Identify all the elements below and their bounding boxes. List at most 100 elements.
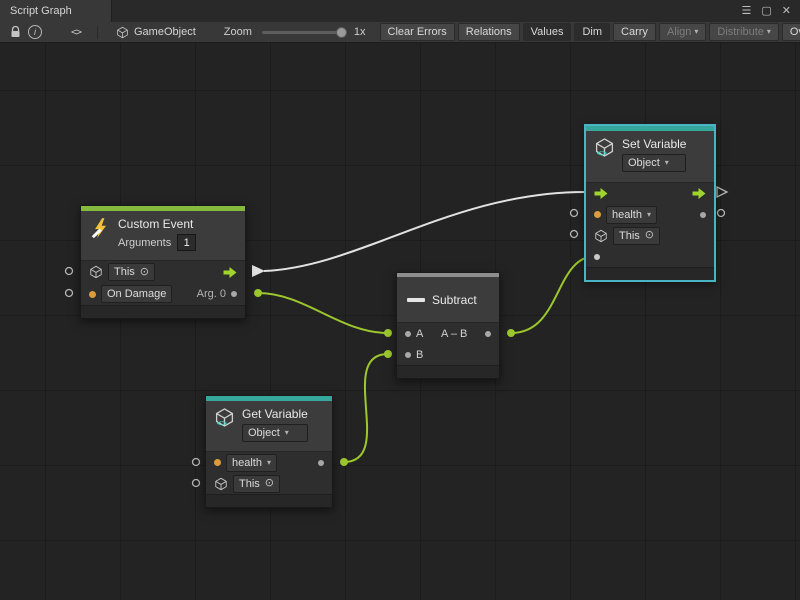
scope-dropdown[interactable]: Object ▾ bbox=[622, 154, 686, 172]
port-subtract-result-out[interactable] bbox=[507, 329, 515, 337]
get-variable-name-row: health ▾ bbox=[206, 452, 332, 473]
align-dropdown[interactable]: Align ▾ bbox=[659, 23, 706, 41]
gameobject-cube-icon bbox=[594, 229, 608, 243]
maximize-icon[interactable]: ▢ bbox=[761, 6, 771, 17]
port-setvariable-flow-out[interactable] bbox=[717, 187, 727, 197]
set-variable-flow-row bbox=[586, 183, 714, 204]
gameobject-reference[interactable]: GameObject bbox=[116, 26, 196, 39]
value-out-port[interactable] bbox=[700, 212, 706, 218]
relations-label: Relations bbox=[466, 26, 512, 38]
variable-name-port[interactable] bbox=[594, 211, 601, 218]
variable-name-value: health bbox=[612, 209, 642, 221]
port-customevent-arg0-out[interactable] bbox=[254, 289, 262, 297]
wire-subtract-setvariable-value[interactable] bbox=[511, 256, 596, 333]
port-getvariable-value-out[interactable] bbox=[340, 458, 348, 466]
target-dropdown[interactable]: This ⊙ bbox=[613, 227, 660, 245]
custom-event-body: This ⊙ On Damage Arg. 0 bbox=[81, 261, 245, 305]
chevron-down-icon: ▾ bbox=[767, 28, 771, 36]
port-setvariable-target-in[interactable] bbox=[571, 231, 578, 238]
lock-button[interactable] bbox=[5, 24, 25, 41]
node-subtract[interactable]: Subtract A A – B B bbox=[396, 272, 500, 379]
window-controls: ☰ ▢ ✕ bbox=[742, 0, 800, 22]
port-subtract-a-in[interactable] bbox=[384, 329, 392, 337]
zoom-value: 1x bbox=[354, 26, 366, 38]
tab-script-graph[interactable]: Script Graph bbox=[0, 0, 112, 22]
edit-graph-button[interactable]: <> bbox=[63, 24, 89, 41]
custom-event-target-row: This ⊙ bbox=[81, 261, 245, 283]
info-icon: i bbox=[28, 25, 42, 39]
graph-canvas[interactable]: Custom Event Arguments 1 This ⊙ bbox=[0, 43, 800, 600]
subtract-icon bbox=[407, 298, 425, 302]
carry-toggle[interactable]: Carry bbox=[613, 23, 656, 41]
input-a-port[interactable] bbox=[405, 331, 411, 337]
info-button[interactable]: i bbox=[25, 24, 45, 41]
overview-button[interactable]: Overview bbox=[782, 23, 800, 41]
distribute-label: Distribute bbox=[717, 26, 763, 38]
port-subtract-b-in[interactable] bbox=[384, 350, 392, 358]
clear-errors-label: Clear Errors bbox=[388, 26, 447, 38]
scope-dropdown[interactable]: Object ▾ bbox=[242, 424, 308, 442]
values-label: Values bbox=[531, 26, 564, 38]
zoom-slider-handle[interactable] bbox=[336, 27, 347, 38]
value-in-port[interactable] bbox=[594, 254, 600, 260]
port-setvariable-value-out[interactable] bbox=[718, 210, 725, 217]
port-customevent-target-in[interactable] bbox=[66, 268, 73, 275]
dim-label: Dim bbox=[582, 26, 602, 38]
variable-name-dropdown[interactable]: health ▾ bbox=[226, 454, 277, 472]
values-toggle[interactable]: Values bbox=[523, 23, 572, 41]
wire-flow-customevent-setvariable[interactable] bbox=[264, 192, 585, 271]
target-value: This bbox=[239, 478, 260, 490]
dim-toggle[interactable]: Dim bbox=[574, 23, 610, 41]
node-custom-event[interactable]: Custom Event Arguments 1 This ⊙ bbox=[80, 205, 246, 319]
flow-out-port[interactable] bbox=[692, 188, 706, 199]
input-b-port[interactable] bbox=[405, 352, 411, 358]
object-picker-icon: ⊙ bbox=[645, 230, 654, 241]
cube-icon bbox=[116, 26, 129, 39]
target-value: This bbox=[114, 266, 135, 278]
port-setvariable-name-in[interactable] bbox=[571, 210, 578, 217]
distribute-dropdown[interactable]: Distribute ▾ bbox=[709, 23, 778, 41]
input-a-label: A bbox=[416, 328, 423, 340]
node-title: Set Variable bbox=[622, 137, 686, 151]
scope-value: Object bbox=[628, 157, 660, 169]
clear-errors-button[interactable]: Clear Errors bbox=[380, 23, 455, 41]
port-customevent-name-in[interactable] bbox=[66, 290, 73, 297]
chevron-down-icon: ▾ bbox=[694, 28, 698, 36]
variable-icon: <> bbox=[214, 407, 235, 428]
event-name-field[interactable]: On Damage bbox=[101, 285, 172, 303]
port-getvariable-name-in[interactable] bbox=[193, 459, 200, 466]
chevron-down-icon: ▾ bbox=[647, 211, 651, 219]
result-port[interactable] bbox=[485, 331, 491, 337]
variable-name-port[interactable] bbox=[214, 459, 221, 466]
variable-name-dropdown[interactable]: health ▾ bbox=[606, 206, 657, 224]
flow-out-port[interactable] bbox=[223, 267, 237, 278]
node-set-variable[interactable]: <> Set Variable Object ▾ bbox=[585, 125, 715, 281]
node-footer bbox=[397, 365, 499, 378]
get-variable-body: health ▾ This ⊙ bbox=[206, 452, 332, 494]
arg0-label: Arg. 0 bbox=[197, 288, 226, 300]
event-name-port[interactable] bbox=[89, 291, 96, 298]
port-getvariable-target-in[interactable] bbox=[193, 480, 200, 487]
align-label: Align bbox=[667, 26, 691, 38]
close-icon[interactable]: ✕ bbox=[782, 6, 791, 17]
node-get-variable[interactable]: <> Get Variable Object ▾ health ▾ bbox=[205, 395, 333, 508]
node-title: Subtract bbox=[432, 293, 477, 307]
custom-event-icon bbox=[89, 217, 111, 239]
panel-menu-icon[interactable]: ☰ bbox=[742, 6, 752, 17]
value-out-port[interactable] bbox=[318, 460, 324, 466]
subtract-body: A A – B B bbox=[397, 323, 499, 365]
relations-toggle[interactable]: Relations bbox=[458, 23, 520, 41]
toolbar-separator bbox=[97, 26, 98, 39]
zoom-slider[interactable] bbox=[262, 31, 346, 34]
arguments-field[interactable]: 1 bbox=[177, 234, 196, 251]
object-picker-icon: ⊙ bbox=[140, 267, 149, 278]
target-dropdown[interactable]: This ⊙ bbox=[108, 263, 155, 281]
wire-getvariable-subtract-b[interactable] bbox=[344, 354, 388, 462]
set-variable-target-row: This ⊙ bbox=[586, 225, 714, 246]
wire-arg0-subtract-a[interactable] bbox=[258, 293, 388, 333]
title-bar: Script Graph ☰ ▢ ✕ bbox=[0, 0, 800, 22]
graph-toolbar: i <> GameObject Zoom 1x Clear Errors Rel… bbox=[0, 22, 800, 43]
target-dropdown[interactable]: This ⊙ bbox=[233, 475, 280, 493]
arg0-port[interactable] bbox=[231, 291, 237, 297]
flow-in-port[interactable] bbox=[594, 188, 608, 199]
